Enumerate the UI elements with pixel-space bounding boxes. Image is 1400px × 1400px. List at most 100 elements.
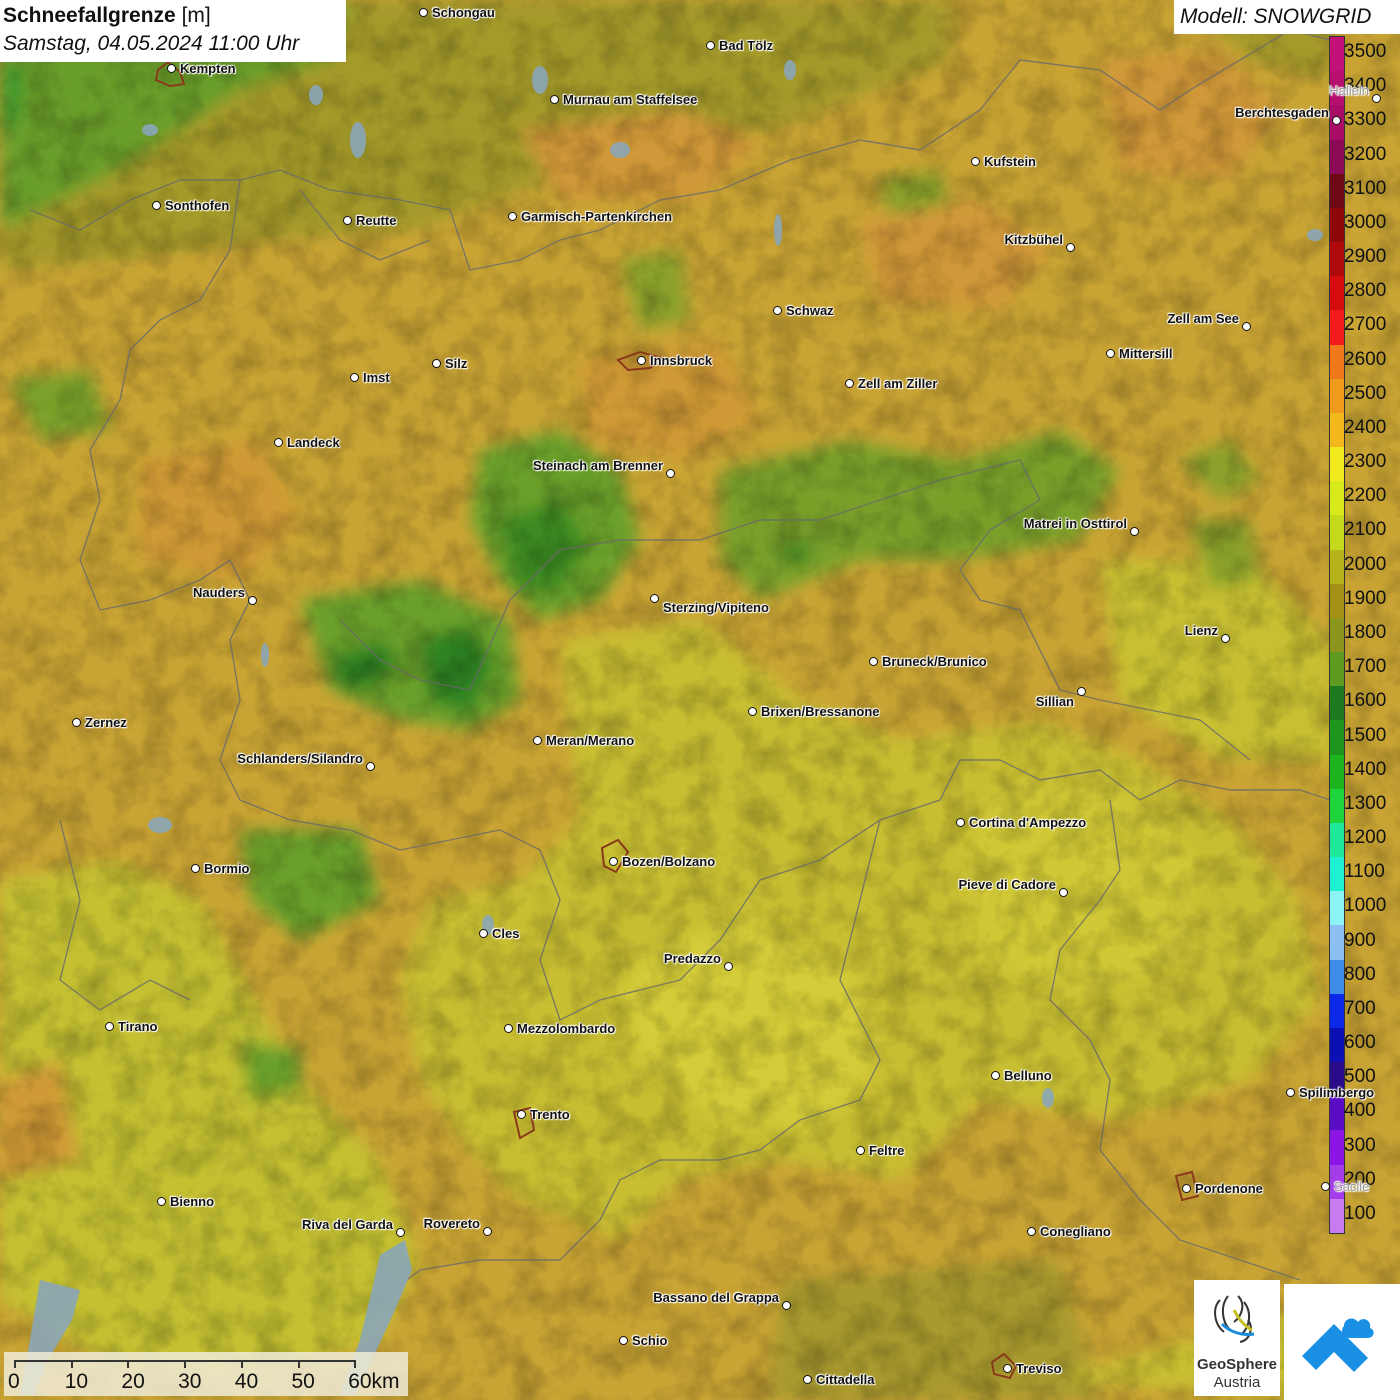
city-dot — [504, 1024, 513, 1033]
city-label: Kitzbühel — [1004, 232, 1064, 247]
scale-tick — [240, 1360, 243, 1368]
city-dot — [666, 469, 675, 478]
mountain-cloud-icon — [1302, 1318, 1374, 1372]
city-dot — [396, 1228, 405, 1237]
city-dot — [1077, 687, 1086, 696]
legend-label: 2900 — [1344, 246, 1387, 268]
city-label: Rovereto — [423, 1216, 480, 1231]
scale-bar: 0 10 20 30 40 50 60km — [4, 1352, 408, 1396]
model-label: Modell: SNOWGRID — [1180, 5, 1372, 28]
city-label: Steinach am Brenner — [532, 458, 663, 473]
geosphere-logo[interactable]: GeoSphere Austria — [1194, 1280, 1280, 1396]
legend-label: 3200 — [1344, 143, 1387, 165]
city-dot — [72, 718, 81, 727]
city-dot — [637, 356, 646, 365]
legend-label: 1500 — [1344, 724, 1387, 746]
legend-swatch — [1330, 1198, 1344, 1234]
legend-label: 400 — [1344, 1100, 1376, 1122]
city-dot — [508, 212, 517, 221]
legend-swatch — [1330, 515, 1344, 551]
legend-label: 2800 — [1344, 280, 1387, 302]
city-label: Sterzing/Vipiteno — [663, 600, 769, 615]
city-dot — [619, 1336, 628, 1345]
unit-label: [m] — [181, 4, 211, 27]
city-dot — [533, 736, 542, 745]
city-label: Innsbruck — [650, 353, 713, 368]
legend-swatch — [1330, 959, 1344, 995]
legend-label: 1700 — [1344, 656, 1387, 678]
legend-label: 2000 — [1344, 553, 1387, 575]
city-dot — [609, 857, 618, 866]
city-dot — [1321, 1182, 1330, 1191]
scale-label: 10 — [64, 1370, 89, 1393]
geosphere-logo-icon — [1214, 1295, 1255, 1343]
city-dot — [274, 438, 283, 447]
city-label: Landeck — [287, 435, 340, 450]
scale-label: 60km — [348, 1370, 400, 1393]
scale-tick — [297, 1360, 300, 1368]
city-label: Zernez — [85, 715, 127, 730]
legend-swatch — [1330, 583, 1344, 619]
legend-swatch — [1330, 37, 1344, 72]
legend-label: 1100 — [1344, 861, 1385, 883]
city-dot — [1182, 1184, 1191, 1193]
legend-swatch — [1330, 310, 1344, 346]
legend-swatch — [1330, 686, 1344, 721]
city-dot — [782, 1301, 791, 1310]
legend-swatch — [1330, 549, 1344, 585]
model-panel: Modell: SNOWGRID — [1174, 0, 1400, 34]
legend-swatch — [1330, 822, 1344, 858]
city-label: Pieve di Cadore — [958, 877, 1056, 892]
app-logo[interactable] — [1284, 1284, 1400, 1400]
city-label: Zell am Ziller — [858, 376, 938, 391]
city-dot — [1286, 1088, 1295, 1097]
city-label: Meran/Merano — [546, 733, 635, 748]
snowfall-limit-map[interactable]: Schneefallgrenze [m] Samstag, 04.05.2024… — [0, 0, 1400, 1400]
legend-label: 2200 — [1344, 485, 1387, 507]
city-label: Reutte — [356, 213, 397, 228]
legend-swatch — [1330, 378, 1344, 414]
legend-label: 2500 — [1344, 382, 1387, 404]
city-label: Berchtesgaden — [1235, 105, 1329, 120]
scale-label: 0 — [8, 1370, 20, 1393]
city-dot — [971, 157, 980, 166]
city-dot — [152, 201, 161, 210]
city-dot — [343, 216, 352, 225]
legend-swatch — [1330, 754, 1344, 790]
city-dot — [191, 864, 200, 873]
city-label: Matrei in Osttirol — [1023, 516, 1127, 531]
legend-label: 900 — [1344, 929, 1376, 951]
legend-label: 1300 — [1344, 792, 1387, 814]
city-label: Conegliano — [1040, 1224, 1111, 1239]
legend-label: 600 — [1344, 1032, 1376, 1054]
city-label: Mittersill — [1119, 346, 1173, 361]
city-dot — [483, 1227, 492, 1236]
city-dot — [1242, 322, 1251, 331]
city-label: Pordenone — [1195, 1181, 1263, 1196]
city-dot — [1106, 349, 1115, 358]
city-label: Silz — [445, 356, 468, 371]
city-dot — [105, 1022, 114, 1031]
city-dot — [845, 379, 854, 388]
city-dot — [1003, 1364, 1012, 1373]
city-label: Treviso — [1016, 1361, 1062, 1376]
legend-swatch — [1330, 720, 1344, 756]
legend-swatch — [1330, 617, 1344, 653]
city-label: Hallein — [1329, 83, 1369, 98]
city-label: Cortina d'Ampezzo — [969, 815, 1087, 830]
legend-label: 1200 — [1344, 827, 1387, 849]
city-label: Zell am See — [1167, 311, 1239, 326]
city-dot — [650, 594, 659, 603]
scale-label: 40 — [234, 1370, 259, 1393]
city-label: Brixen/Bressanone — [761, 704, 880, 719]
city-dot — [1066, 243, 1075, 252]
legend-swatch — [1330, 173, 1344, 209]
city-label: Bruneck/Brunico — [882, 654, 987, 669]
scale-tick — [184, 1360, 187, 1368]
city-label: Cittadella — [816, 1372, 875, 1387]
forecast-datetime: Samstag, 04.05.2024 11:00 Uhr — [3, 32, 300, 55]
legend-swatch — [1330, 652, 1344, 687]
city-label: Bienno — [170, 1194, 215, 1209]
city-label: Schio — [632, 1333, 668, 1348]
legend-label: 800 — [1344, 963, 1376, 985]
